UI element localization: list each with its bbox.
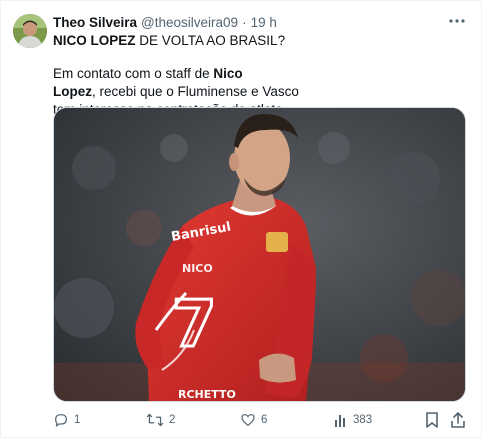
headline-rest: DE VOLTA AO BRASIL? [135, 33, 286, 48]
repost-count: 2 [169, 414, 176, 426]
author-handle[interactable]: @theosilveira09 [141, 15, 238, 30]
jersey-bottom-text: RCHETTO [178, 388, 236, 401]
more-dots-icon[interactable] [447, 12, 467, 30]
share-button[interactable] [451, 409, 465, 431]
views-button[interactable]: 383 [334, 409, 372, 431]
reply-count: 1 [74, 414, 81, 426]
action-bar: 1 2 6 383 [53, 409, 467, 431]
author-name[interactable]: Theo Silveira [53, 15, 137, 30]
reply-icon [53, 412, 69, 428]
bookmark-icon [425, 412, 439, 428]
jersey-number: 7 [172, 288, 217, 362]
views-chart-icon [334, 413, 348, 427]
views-count: 383 [353, 414, 373, 426]
bookmark-button[interactable] [425, 409, 439, 431]
headline-bold: NICO LOPEZ [53, 33, 136, 48]
heart-icon [240, 412, 256, 428]
repost-icon [146, 412, 164, 428]
tweet-card[interactable]: Theo Silveira @theosilveira09 · 19 h NIC… [0, 0, 482, 438]
like-count: 6 [261, 414, 268, 426]
body-text-a: Em contato com o staff de [53, 66, 214, 81]
timestamp[interactable]: 19 h [251, 15, 277, 30]
like-button[interactable]: 6 [240, 409, 267, 431]
avatar[interactable] [13, 14, 47, 48]
reply-button[interactable]: 1 [53, 409, 80, 431]
tweet-header: Theo Silveira @theosilveira09 · 19 h [53, 13, 277, 31]
separator-dot: · [242, 14, 247, 30]
tweet-headline: NICO LOPEZ DE VOLTA AO BRASIL? [53, 32, 285, 50]
tweet-photo[interactable]: Banrisul NICO 7 RCHETTO [53, 107, 466, 402]
share-icon [451, 412, 465, 428]
body-text-b: , recebi que o Fluminense e Vasco [92, 84, 299, 99]
jersey-name: NICO [182, 262, 213, 275]
repost-button[interactable]: 2 [146, 409, 175, 431]
